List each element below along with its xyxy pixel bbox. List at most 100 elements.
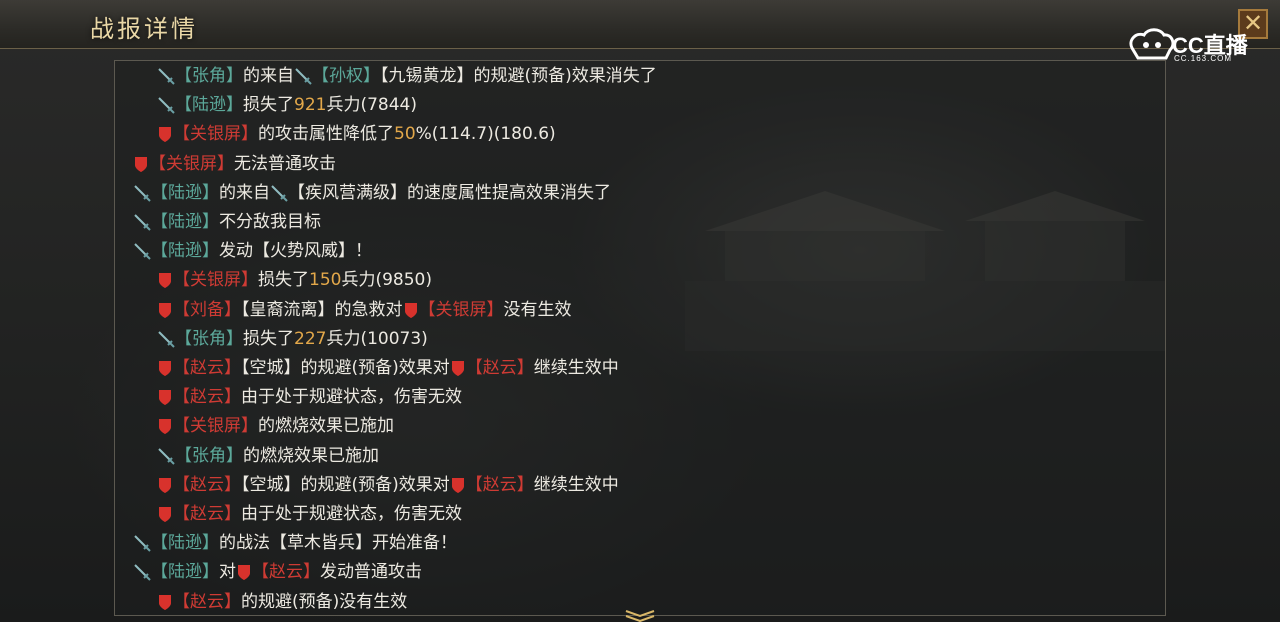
log-entry: 【陆逊】损失了921兵力(7844) [157, 92, 417, 118]
log-entry: 【陆逊】对 【赵云】发动普通攻击 [133, 559, 422, 585]
log-text: 由于处于规避状态，伤害无效 [241, 504, 462, 524]
log-entry: 【关银屏】的燃烧效果已施加 [157, 413, 394, 439]
log-entry: 【关银屏】的攻击属性降低了50%(114.7)(180.6) [157, 121, 556, 147]
green-sword-icon [133, 563, 151, 582]
log-entry: 【赵云】的规避(预备)没有生效 [157, 589, 407, 615]
general-name: 【赵云】 [252, 562, 320, 583]
general-name: 【关银屏】 [418, 299, 504, 320]
general-name: 【张角】 [175, 66, 243, 86]
general-name: 【赵云】 [465, 358, 534, 378]
green-sword-icon [133, 242, 151, 260]
page-title: 战报详情 [90, 15, 198, 43]
log-entry: 【赵云】【空城】的规避(预备)效果对 【赵云】继续生效中 [157, 472, 619, 498]
title-bar: 战报详情 [0, 0, 1280, 49]
general-name: 【孙权】 [312, 66, 380, 86]
log-entry: 【陆逊】的来自 【疾风营满级】的速度属性提高效果消失了 [133, 180, 611, 206]
watermark-url: CC.163.COM [1174, 54, 1233, 63]
log-number: 150 [309, 270, 342, 291]
log-entry: 【关银屏】损失了150兵力(9850) [157, 267, 432, 293]
log-entry: 【赵云】【空城】的规避(预备)效果对 【赵云】继续生效中 [157, 355, 619, 381]
general-name: 【关银屏】 [173, 270, 258, 291]
red-shield-icon [236, 563, 252, 581]
green-sword-icon [294, 67, 312, 85]
red-shield-icon [157, 505, 173, 523]
log-text: 【疾风营满级】的速度属性提高效果消失了 [288, 182, 611, 203]
green-sword-icon [157, 330, 175, 348]
log-entry: 【陆逊】发动【火势风威】！ [133, 238, 372, 264]
log-text: 继续生效中 [533, 474, 619, 495]
general-name: 【陆逊】 [151, 533, 219, 554]
log-entry: 【张角】的来自 【孙权】【九锡黄龙】的规避(预备)效果消失了 [157, 63, 657, 89]
general-name: 【赵云】 [173, 591, 241, 612]
red-shield-icon [157, 593, 173, 611]
red-shield-icon [157, 417, 173, 435]
scroll-down-chevron-icon[interactable] [622, 608, 658, 622]
green-sword-icon [133, 534, 151, 552]
log-text: 由于处于规避状态，伤害无效 [241, 387, 462, 408]
general-name: 【陆逊】 [151, 212, 219, 232]
general-name: 【赵云】 [173, 504, 241, 524]
log-text: 不分敌我目标 [219, 212, 321, 232]
log-text: 【皇裔流离】的急救对 [241, 299, 403, 320]
general-name: 【刘备】 [173, 299, 241, 320]
battle-log-panel[interactable]: 【张角】的来自 【孙权】【九锡黄龙】的规避(预备)效果消失了 【陆逊】损失了921兵… [114, 60, 1166, 616]
log-entry: 【赵云】由于处于规避状态，伤害无效 [157, 384, 462, 410]
log-number: 227 [294, 328, 327, 349]
log-text: 【空城】的规避(预备)效果对 [241, 474, 450, 495]
log-entry: 【关银屏】无法普通攻击 [133, 151, 336, 177]
log-text: 的战法【草木皆兵】开始准备！ [219, 533, 457, 554]
red-shield-icon [157, 125, 173, 143]
green-sword-icon [157, 67, 175, 85]
log-text: 损失了 [258, 270, 309, 291]
log-text: 的来自 [219, 182, 270, 203]
red-shield-icon [157, 359, 173, 377]
log-text: 【九锡黄龙】的规避(预备)效果消失了 [380, 66, 657, 86]
log-number: 921 [294, 95, 327, 116]
green-sword-icon [270, 184, 288, 202]
log-text: 兵力(10073) [326, 328, 428, 349]
log-text: 【空城】的规避(预备)效果对 [241, 358, 450, 378]
log-entry: 【刘备】【皇裔流离】的急救对 【关银屏】没有生效 [157, 297, 572, 323]
log-text: 的燃烧效果已施加 [243, 445, 379, 466]
log-text: 没有生效 [503, 299, 572, 320]
log-text: 继续生效中 [533, 358, 619, 378]
log-entry: 【张角】的燃烧效果已施加 [157, 443, 379, 469]
red-shield-icon [157, 476, 173, 494]
log-text: 兵力(9850) [341, 270, 432, 291]
general-name: 【陆逊】 [151, 241, 219, 262]
red-shield-icon [450, 476, 466, 494]
general-name: 【张角】 [175, 445, 243, 466]
log-text: 发动【火势风威】！ [219, 241, 372, 262]
log-text: 兵力(7844) [326, 95, 417, 116]
castle-silhouette [685, 191, 1165, 351]
log-text: 损失了 [243, 328, 294, 349]
log-entry: 【张角】损失了227兵力(10073) [157, 326, 428, 352]
red-shield-icon [157, 388, 173, 406]
red-shield-icon [157, 271, 173, 289]
general-name: 【赵云】 [465, 474, 534, 495]
log-text: %(114.7)(180.6) [415, 124, 556, 145]
log-text: 的燃烧效果已施加 [258, 416, 394, 437]
log-entry: 【赵云】由于处于规避状态，伤害无效 [157, 501, 462, 527]
log-text: 无法普通攻击 [234, 153, 336, 174]
general-name: 【关银屏】 [173, 124, 258, 145]
green-sword-icon [133, 213, 151, 231]
log-entry: 【陆逊】的战法【草木皆兵】开始准备！ [133, 530, 457, 556]
log-text: 损失了 [243, 95, 294, 116]
general-name: 【赵云】 [173, 358, 241, 378]
general-name: 【陆逊】 [175, 95, 243, 116]
log-entry: 【陆逊】不分敌我目标 [133, 209, 321, 235]
general-name: 【赵云】 [173, 474, 241, 495]
general-name: 【赵云】 [173, 387, 241, 408]
log-text: 的攻击属性降低了 [258, 124, 394, 145]
general-name: 【陆逊】 [151, 182, 219, 203]
green-sword-icon [133, 184, 151, 202]
general-name: 【张角】 [175, 328, 243, 349]
green-sword-icon [157, 447, 175, 465]
log-text: 对 [219, 562, 236, 583]
log-text: 的来自 [243, 66, 294, 86]
general-name: 【关银屏】 [149, 153, 234, 174]
red-shield-icon [403, 301, 419, 319]
general-name: 【关银屏】 [173, 416, 258, 437]
green-sword-icon [157, 96, 175, 114]
